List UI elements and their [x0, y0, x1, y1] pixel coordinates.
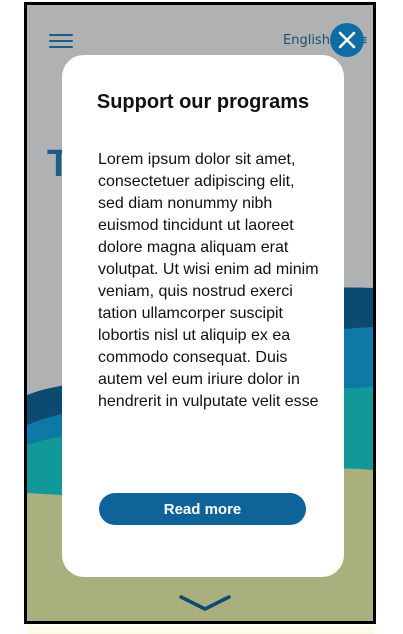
read-more-button[interactable]: Read more [99, 493, 306, 525]
close-button[interactable] [330, 23, 364, 57]
menu-icon[interactable] [49, 32, 73, 50]
language-selector[interactable]: English [283, 33, 330, 48]
bottom-strip [28, 626, 374, 634]
support-modal: Support our programs Lorem ipsum dolor s… [62, 55, 344, 577]
close-icon [338, 31, 356, 49]
phone-frame: English ≡ T d Support our programs Lorem… [24, 2, 376, 624]
modal-title: Support our programs [96, 91, 310, 113]
chevron-down-icon[interactable] [178, 593, 232, 613]
modal-body-text: Lorem ipsum dolor sit amet, consectetuer… [98, 151, 319, 410]
